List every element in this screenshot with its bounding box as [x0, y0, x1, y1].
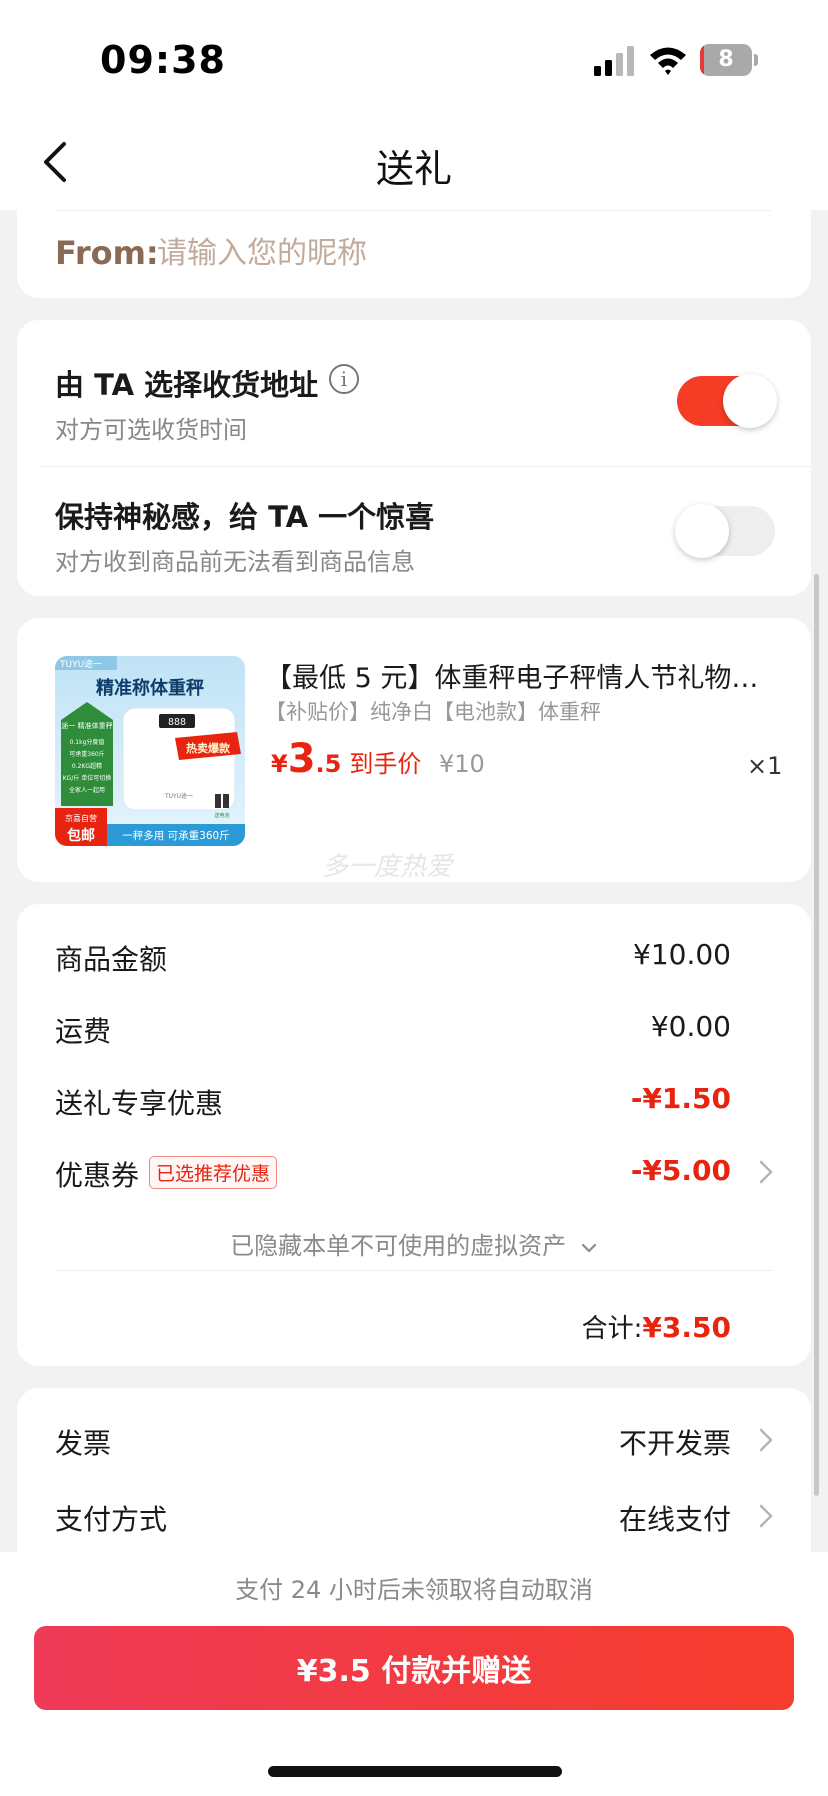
final-price: ¥3.5 到手价	[271, 736, 421, 782]
battery-icon: 8	[700, 44, 758, 76]
shipping-value: ¥0.00	[650, 1010, 731, 1043]
order-total: 合计:¥3.50	[582, 1308, 731, 1345]
toggle-knob	[675, 504, 729, 558]
hidden-assets-toggle[interactable]: 已隐藏本单不可使用的虚拟资产	[17, 1226, 811, 1261]
wifi-icon	[650, 47, 686, 75]
price-integer: 3	[287, 736, 316, 782]
auto-cancel-note: 支付 24 小时后未领取将自动取消	[235, 1576, 593, 1604]
chevron-down-icon	[581, 1243, 596, 1253]
price-summary-card: 商品金额 ¥10.00 运费 ¥0.00 送礼专享优惠 -¥1.50 优惠券 已…	[17, 904, 811, 1366]
product-spec: 【补贴价】纯净白【电池款】体重秤	[265, 700, 601, 724]
free-shipping-text: 包邮	[67, 827, 95, 844]
invoice-label[interactable]: 发票	[55, 1422, 111, 1462]
page-title: 送礼	[375, 147, 452, 191]
gift-options-card: 由 TA 选择收货地址 i 对方可选收货时间 保持神秘感，给 TA 一个惊喜 对…	[17, 320, 811, 596]
product-image-subheadline: 途一 精准体重秤	[61, 721, 112, 730]
surprise-toggle[interactable]	[675, 504, 775, 558]
status-time: 09:38	[100, 38, 226, 82]
product-feature-4: KG/斤 单位可切换	[63, 774, 112, 782]
scrollbar[interactable]	[814, 574, 819, 1496]
payment-method-label[interactable]: 支付方式	[55, 1498, 167, 1538]
product-feature-1: 0.1kg分度值	[70, 738, 105, 746]
hot-sale-badge: 热卖爆款	[186, 741, 231, 755]
option-recipient-address-subtitle: 对方可选收货时间	[55, 416, 247, 444]
chevron-right-icon[interactable]	[757, 1426, 775, 1454]
shipping-label: 运费	[55, 1015, 112, 1048]
scale-brand-text: TUYU途一	[164, 792, 193, 800]
price-label: 到手价	[349, 750, 422, 778]
subtotal-label: 商品金额	[55, 943, 168, 976]
divider	[55, 1270, 773, 1271]
coupon-label[interactable]: 优惠券	[55, 1154, 139, 1194]
chevron-right-icon[interactable]	[757, 1502, 775, 1530]
info-icon[interactable]: i	[329, 364, 359, 394]
product-feature-3: 0.2KG超精	[72, 762, 102, 770]
pay-and-gift-button[interactable]: ¥3.5 付款并赠送	[34, 1626, 794, 1710]
from-card: From:	[17, 190, 811, 298]
product-brand-text: TUYU途一	[59, 658, 102, 670]
battery-level: 8	[718, 47, 734, 72]
from-label: From:	[55, 234, 159, 272]
original-price: ¥10	[439, 750, 485, 778]
payment-method-value[interactable]: 在线支付	[619, 1498, 731, 1538]
product-title[interactable]: 【最低 5 元】体重秤电子秤情人节礼物男…	[265, 656, 783, 695]
subtotal-value: ¥10.00	[633, 938, 731, 971]
product-feature-5: 全家人一起用	[69, 786, 105, 794]
product-quantity: ×1	[747, 752, 783, 780]
scale-display-text: 888	[168, 717, 186, 728]
gift-discount-label: 送礼专享优惠	[55, 1087, 224, 1120]
product-image-headline: 精准称体重秤	[96, 677, 204, 699]
invoice-payment-card: 发票 不开发票 支付方式 在线支付	[17, 1388, 811, 1558]
toggle-knob	[723, 374, 777, 428]
coupon-value[interactable]: -¥5.00	[631, 1154, 731, 1187]
status-bar: 09:38 8	[0, 0, 828, 110]
price-decimal: .5	[315, 750, 342, 778]
product-image[interactable]: TUYU途一 精准称体重秤 途一 精准体重秤 0.1kg分度值 可承重360斤 …	[55, 656, 245, 846]
jd-self-operated-text: 京喜自营	[65, 813, 97, 823]
gift-discount-value: -¥1.50	[630, 1082, 731, 1115]
option-surprise-subtitle: 对方收到商品前无法看到商品信息	[55, 548, 415, 576]
divider	[57, 210, 771, 211]
product-card: TUYU途一 精准称体重秤 途一 精准体重秤 0.1kg分度值 可承重360斤 …	[17, 618, 811, 882]
cellular-signal-icon	[594, 46, 634, 76]
total-value: ¥3.50	[642, 1311, 731, 1344]
nickname-input[interactable]	[157, 236, 657, 271]
price-currency: ¥	[271, 750, 288, 778]
hidden-assets-text: 已隐藏本单不可使用的虚拟资产	[230, 1232, 567, 1260]
bottom-action-bar: 支付 24 小时后未领取将自动取消 ¥3.5 付款并赠送	[0, 1552, 828, 1796]
coupon-recommended-tag: 已选推荐优惠	[149, 1156, 278, 1189]
total-label: 合计:	[581, 1314, 643, 1344]
battery-gift-text: 送电池	[214, 812, 229, 819]
watermark-text: 多一度热爱	[322, 852, 453, 882]
home-indicator	[268, 1766, 562, 1777]
invoice-value[interactable]: 不开发票	[619, 1422, 731, 1462]
recipient-address-toggle[interactable]	[677, 374, 777, 428]
divider	[41, 466, 811, 467]
option-surprise-title: 保持神秘感，给 TA 一个惊喜	[55, 500, 435, 534]
product-feature-2: 可承重360斤	[69, 750, 104, 758]
option-recipient-address-title: 由 TA 选择收货地址	[55, 368, 319, 402]
chevron-right-icon[interactable]	[757, 1158, 775, 1186]
product-image-bottom-text: 一秤多用 可承重360斤	[122, 829, 229, 842]
